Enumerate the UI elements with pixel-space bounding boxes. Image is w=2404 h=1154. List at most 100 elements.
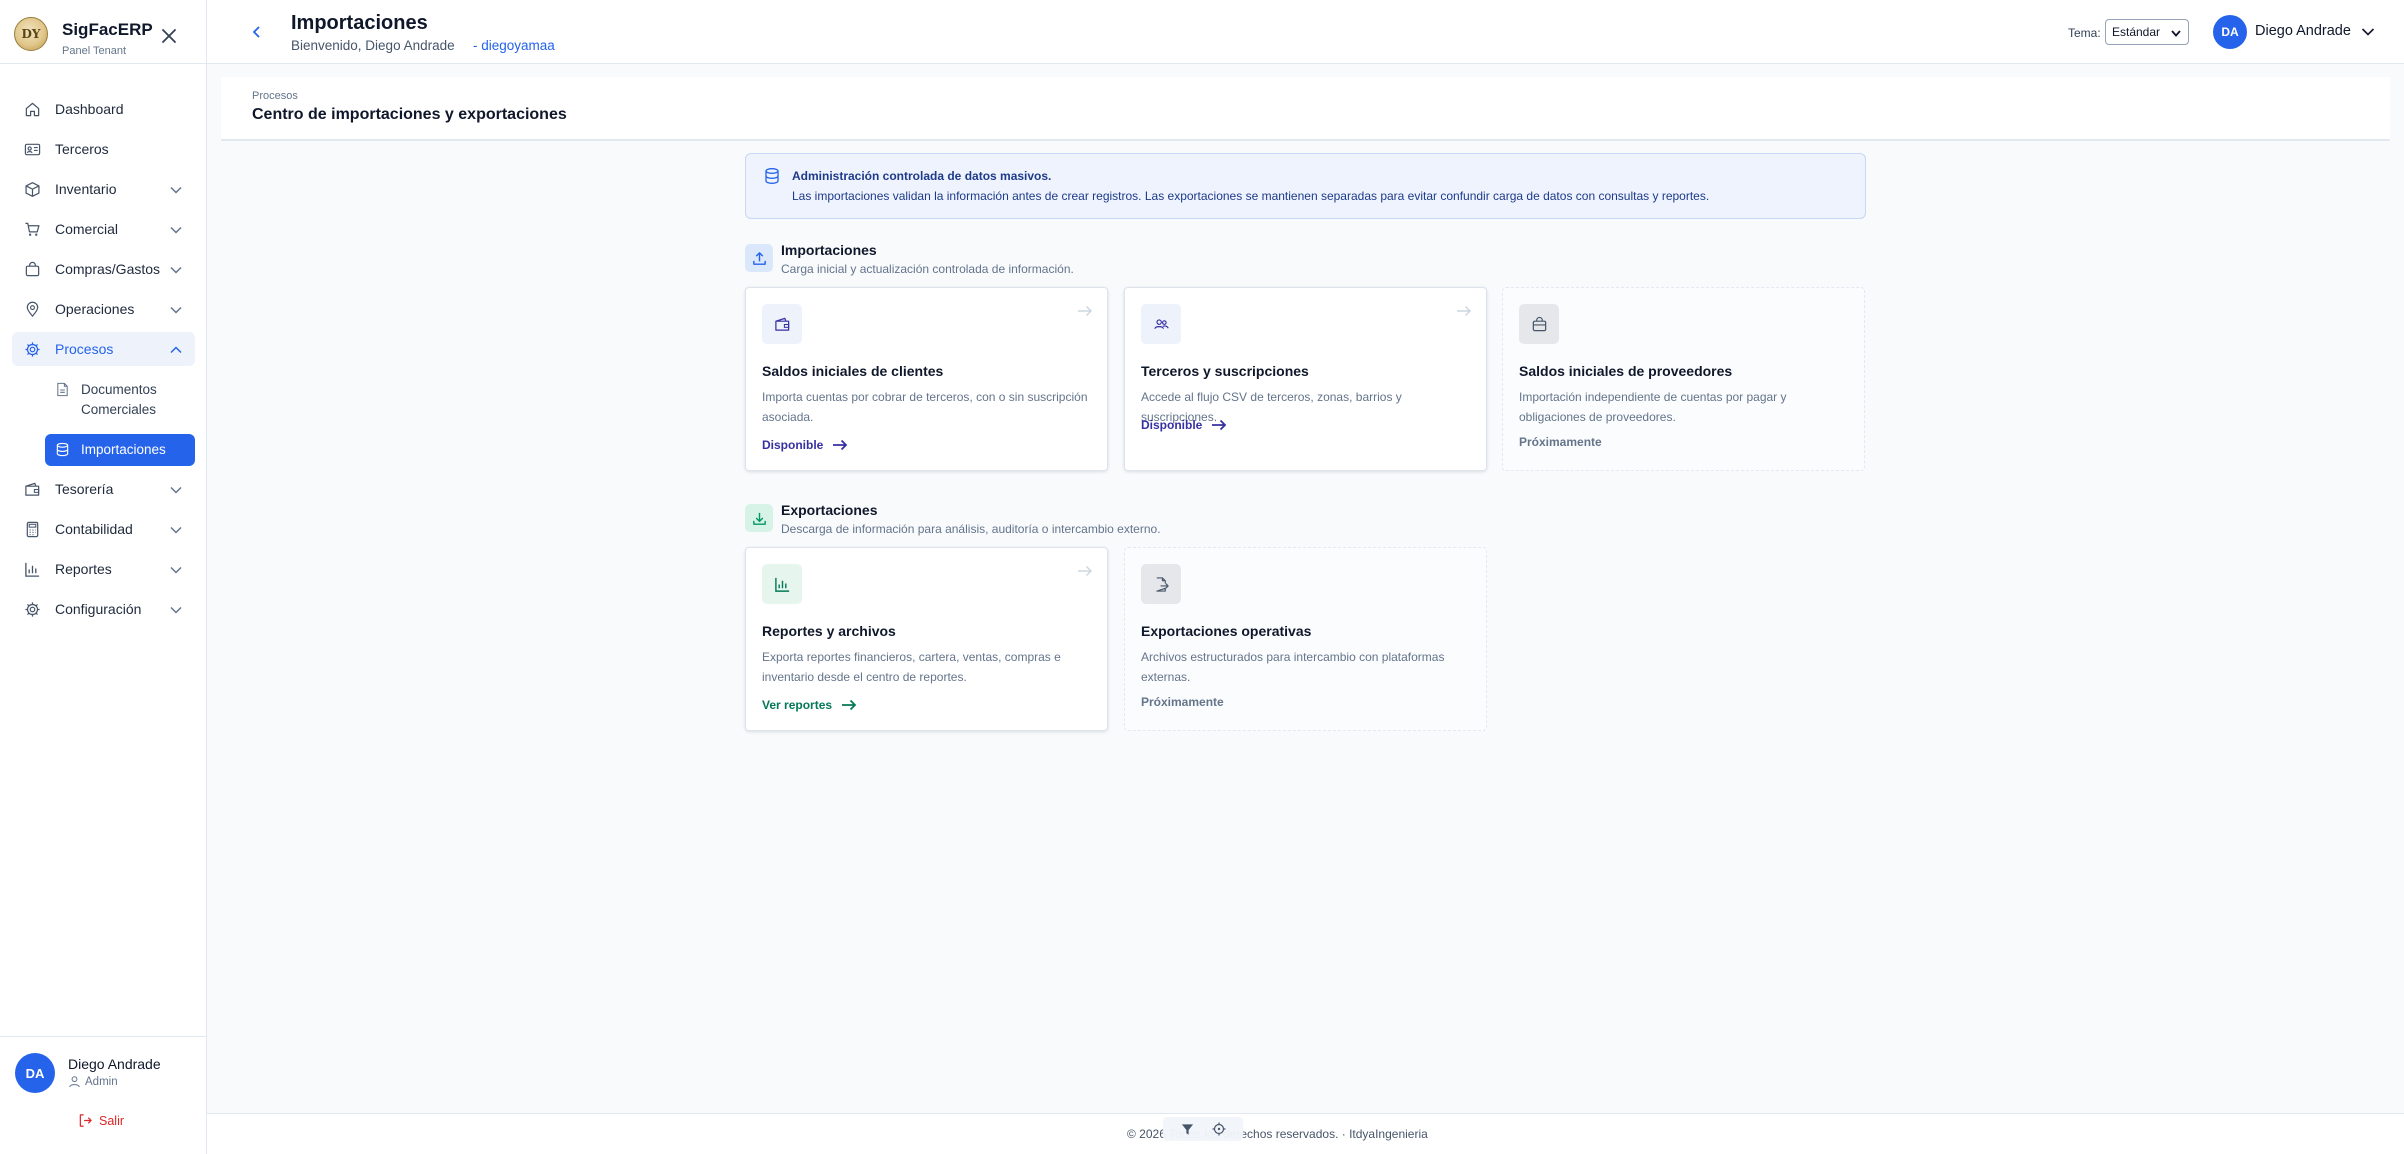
company-logo: DY xyxy=(14,17,48,51)
chevron-down-icon xyxy=(170,266,182,274)
sidebar-item-inventario[interactable]: Inventario xyxy=(12,172,195,206)
card-status-label: Próximamente xyxy=(1519,435,1602,449)
sidebar: DY SigFacERP Panel Tenant Dashboard Terc… xyxy=(0,0,207,1154)
sidebar-item-label: Procesos xyxy=(55,341,114,357)
home-icon xyxy=(24,101,41,118)
chevron-down-icon xyxy=(170,226,182,234)
theme-select-value: Estándar xyxy=(2112,25,2161,39)
user-role-label: Admin xyxy=(85,1075,118,1088)
calculator-icon xyxy=(24,521,41,538)
brand-name: SigFacERP xyxy=(62,20,153,39)
imports-title: Importaciones xyxy=(781,242,877,258)
card-status-label: Próximamente xyxy=(1141,695,1224,709)
sidebar-user: DA Diego Andrade Admin Salir xyxy=(0,1036,207,1154)
sidebar-subitem-importaciones[interactable]: Importaciones xyxy=(45,434,195,466)
exports-title: Exportaciones xyxy=(781,502,878,518)
file-export-icon xyxy=(1141,564,1181,604)
header-user-name[interactable]: Diego Andrade xyxy=(2255,23,2351,39)
exports-section-header: Exportaciones Descarga de información pa… xyxy=(745,500,1345,540)
avatar[interactable]: DA xyxy=(15,1053,55,1093)
card-terceros-suscripciones[interactable]: Terceros y suscripciones Accede al flujo… xyxy=(1124,287,1487,471)
devtools-toolbar xyxy=(1163,1117,1243,1141)
card-description: Importación independiente de cuentas por… xyxy=(1519,390,1787,424)
chevron-down-icon xyxy=(170,566,182,574)
sidebar-subitem-documentos-comerciales[interactable]: Documentos Comerciales xyxy=(45,372,195,428)
sidebar-item-dashboard[interactable]: Dashboard xyxy=(12,92,195,126)
sidebar-item-label: Operaciones xyxy=(55,301,135,317)
map-pin-icon xyxy=(24,301,41,318)
card-description: Archivos estructurados para intercambio … xyxy=(1141,650,1445,684)
sidebar-item-contabilidad[interactable]: Contabilidad xyxy=(12,512,195,546)
back-chevron-icon[interactable] xyxy=(247,22,267,42)
document-icon xyxy=(55,382,70,397)
theme-label: Tema: xyxy=(2068,26,2101,40)
chevron-down-icon xyxy=(170,186,182,194)
chevron-up-icon xyxy=(170,346,182,354)
section-title: Centro de importaciones y exportaciones xyxy=(252,106,567,123)
imports-subtitle: Carga inicial y actualización controlada… xyxy=(781,262,1074,276)
sidebar-item-reportes[interactable]: Reportes xyxy=(12,552,195,586)
banner-title: Administración controlada de datos masiv… xyxy=(792,169,1052,183)
database-icon xyxy=(765,168,779,184)
arrow-right-icon xyxy=(1457,306,1471,316)
logout-label: Salir xyxy=(99,1113,125,1128)
brand-subtitle: Panel Tenant xyxy=(62,45,127,57)
exports-subtitle: Descarga de información para análisis, a… xyxy=(781,522,1161,536)
sidebar-item-comercial[interactable]: Comercial xyxy=(12,212,195,246)
chevron-down-icon[interactable] xyxy=(2360,24,2376,40)
logout-button[interactable]: Salir xyxy=(78,1113,124,1128)
arrow-right-icon xyxy=(842,699,857,711)
imports-section-header: Importaciones Carga inicial y actualizac… xyxy=(745,240,1345,280)
wallet-icon xyxy=(762,304,802,344)
chevron-down-icon xyxy=(2171,30,2181,37)
chevron-down-icon xyxy=(170,486,182,494)
sidebar-item-label: Tesorería xyxy=(55,481,114,497)
page-title: Importaciones xyxy=(291,12,428,34)
card-status-link[interactable]: Disponible xyxy=(762,436,849,454)
theme-select[interactable]: Estándar xyxy=(2105,19,2189,45)
card-status-label: Disponible xyxy=(762,438,824,452)
arrow-right-icon xyxy=(1212,419,1227,431)
card-status-label: Disponible xyxy=(1141,418,1203,432)
tenant-link[interactable]: - diegoyamaa xyxy=(473,38,555,53)
user-icon xyxy=(69,1076,80,1088)
header-avatar[interactable]: DA xyxy=(2213,15,2247,49)
sidebar-item-compras-gastos[interactable]: Compras/Gastos xyxy=(12,252,195,286)
card-title: Saldos iniciales de clientes xyxy=(762,363,944,379)
card-status-link[interactable]: Disponible xyxy=(1141,416,1228,434)
card-description: Importa cuentas por cobrar de terceros, … xyxy=(762,390,1088,424)
sidebar-item-label: Configuración xyxy=(55,601,142,617)
page-heading: Procesos Centro de importaciones y expor… xyxy=(221,77,2390,141)
card-title: Saldos iniciales de proveedores xyxy=(1519,363,1733,379)
welcome-text: Bienvenido, Diego Andrade xyxy=(291,38,455,53)
card-description: Exporta reportes financieros, cartera, v… xyxy=(762,650,1061,684)
user-name: Diego Andrade xyxy=(68,1056,161,1072)
shopping-bag-icon xyxy=(24,261,41,278)
crosshair-icon[interactable] xyxy=(1212,1122,1226,1136)
sidebar-item-terceros[interactable]: Terceros xyxy=(12,132,195,166)
top-header: Importaciones Bienvenido, Diego Andrade … xyxy=(207,0,2404,64)
close-icon[interactable] xyxy=(160,27,178,45)
arrow-right-icon xyxy=(833,439,848,451)
card-title: Reportes y archivos xyxy=(762,623,896,639)
sidebar-item-operaciones[interactable]: Operaciones xyxy=(12,292,195,326)
card-status-link[interactable]: Ver reportes xyxy=(762,696,858,714)
sidebar-item-tesoreria[interactable]: Tesorería xyxy=(12,472,195,506)
user-role: Admin xyxy=(68,1075,118,1088)
bar-chart-icon xyxy=(762,564,802,604)
info-banner: Administración controlada de datos masiv… xyxy=(745,153,1866,219)
upload-icon xyxy=(745,244,773,272)
card-exportaciones-operativas: Exportaciones operativas Archivos estruc… xyxy=(1124,547,1487,731)
users-icon xyxy=(1141,304,1181,344)
sidebar-item-label: Comercial xyxy=(55,221,119,237)
banner-text: Las importaciones validan la información… xyxy=(792,189,1710,203)
logout-icon xyxy=(79,1114,92,1127)
card-saldos-clientes[interactable]: Saldos iniciales de clientes Importa cue… xyxy=(745,287,1108,471)
sidebar-item-configuracion[interactable]: Configuración xyxy=(12,592,195,626)
sidebar-item-procesos[interactable]: Procesos xyxy=(12,332,195,366)
wallet-icon xyxy=(24,481,41,498)
card-title: Terceros y suscripciones xyxy=(1141,363,1309,379)
sidebar-item-label: Dashboard xyxy=(55,101,124,117)
card-reportes-archivos[interactable]: Reportes y archivos Exporta reportes fin… xyxy=(745,547,1108,731)
funnel-icon[interactable] xyxy=(1181,1123,1194,1136)
